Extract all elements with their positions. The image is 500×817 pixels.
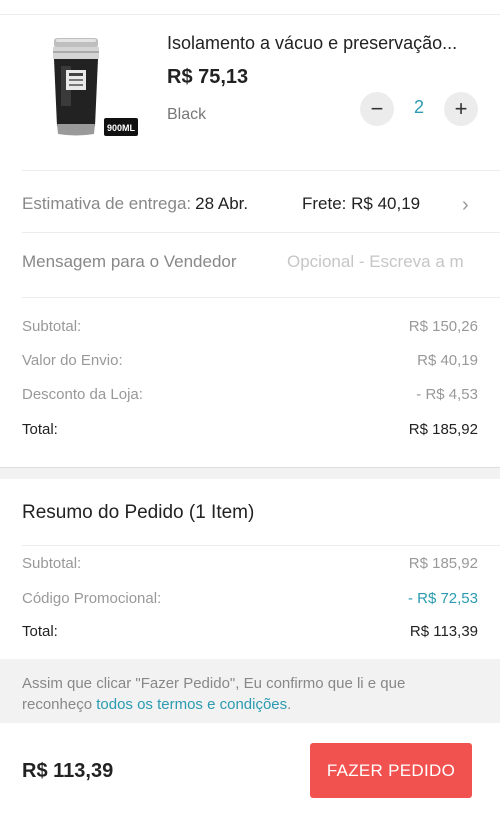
quantity-value[interactable]: 2 (402, 97, 436, 118)
top-divider (0, 14, 500, 15)
product-title[interactable]: Isolamento a vácuo e preservação... (167, 33, 485, 54)
footer-total: R$ 113,39 (22, 760, 114, 782)
summary-label: Valor do Envio: (22, 352, 123, 369)
cart-product: 900ML Isolamento a vácuo e preservação..… (0, 26, 500, 156)
summary-label: Total: (22, 623, 58, 640)
place-order-button[interactable]: FAZER PEDIDO (310, 743, 472, 798)
divider (22, 232, 500, 233)
summary-value: R$ 113,39 (409, 623, 478, 640)
increase-quantity-button[interactable]: + (444, 92, 478, 126)
seller-message-row: Mensagem para o Vendedor Opcional - Escr… (22, 252, 478, 278)
summary-label: Subtotal: (22, 555, 82, 572)
divider (22, 545, 500, 546)
summary-label: Desconto da Loja: (22, 386, 143, 403)
freight-value: Frete: R$ 40,19 (302, 194, 421, 213)
chevron-right-icon[interactable]: › (462, 194, 469, 217)
delivery-date: 28 Abr. (195, 194, 249, 213)
product-variant[interactable]: Black (167, 106, 206, 124)
summary-value: R$ 150,26 (408, 318, 478, 335)
summary-value: R$ 185,92 (408, 555, 478, 572)
summary-value: R$ 185,92 (408, 421, 478, 438)
summary-label: Subtotal: (22, 318, 82, 335)
summary-label: Total: (22, 421, 58, 438)
order-subtotal-row: Subtotal: R$ 185,92 (22, 555, 478, 575)
product-price: R$ 75,13 (167, 66, 249, 88)
capacity-badge: 900ML (107, 123, 136, 133)
seller-message-input[interactable]: Opcional - Escreva a m (287, 252, 480, 272)
divider (22, 170, 500, 171)
order-total-row: Total: R$ 113,39 (22, 623, 478, 643)
delivery-estimate-row[interactable]: Estimativa de entrega: 28 Abr. Frete: R$ … (22, 194, 478, 222)
summary-value: - R$ 4,53 (416, 386, 478, 403)
store-discount-row: Desconto da Loja: - R$ 4,53 (22, 386, 478, 406)
promo-code-row[interactable]: Código Promocional: - R$ 72,53 (22, 590, 478, 610)
terms-notice: Assim que clicar "Fazer Pedido", Eu conf… (0, 659, 500, 723)
decrease-quantity-button[interactable]: − (360, 92, 394, 126)
terms-suffix: . (287, 696, 292, 713)
quantity-stepper: − 2 + (360, 92, 478, 126)
shipping-value-row: Valor do Envio: R$ 40,19 (22, 352, 478, 372)
store-total-row: Total: R$ 185,92 (22, 421, 478, 441)
section-separator (0, 467, 500, 479)
product-thumbnail[interactable]: 900ML (44, 36, 140, 140)
seller-message-label: Mensagem para o Vendedor (22, 252, 237, 271)
terms-link[interactable]: todos os termos e condições (96, 696, 287, 713)
divider (22, 297, 500, 298)
promo-discount-value: - R$ 72,53 (407, 590, 478, 607)
delivery-label: Estimativa de entrega: (22, 194, 192, 213)
tumbler-image: 900ML (53, 38, 138, 136)
store-subtotal-row: Subtotal: R$ 150,26 (22, 318, 478, 338)
summary-value: R$ 40,19 (417, 352, 478, 369)
summary-label: Código Promocional: (22, 590, 162, 607)
order-summary-title: Resumo do Pedido (1 Item) (22, 502, 255, 523)
